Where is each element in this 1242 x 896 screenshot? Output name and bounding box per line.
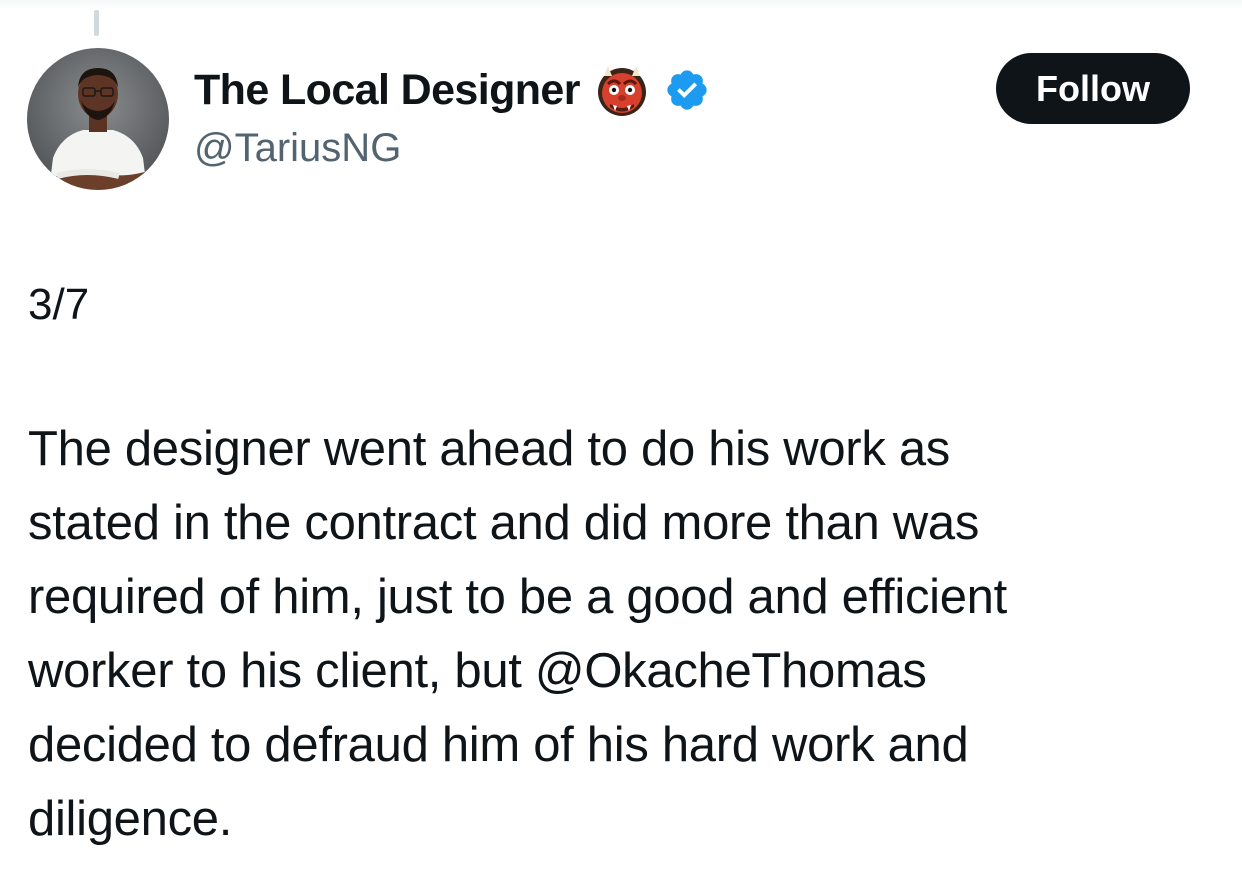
tweet-text-line: diligence. <box>28 792 233 846</box>
tweet-text-line: stated in the contract and did more than… <box>28 496 980 550</box>
tweet-text-line: required of him, just to be a good and e… <box>28 570 1007 624</box>
tweet-body: The designer went ahead to do his work a… <box>28 412 1208 856</box>
verified-badge-icon[interactable] <box>664 67 710 113</box>
author-avatar[interactable] <box>27 48 169 190</box>
author-display-name[interactable]: The Local Designer <box>194 66 580 115</box>
tweet-text-line: decided to defraud him of his hard work … <box>28 718 969 772</box>
ogre-emoji-icon <box>594 62 650 118</box>
thread-connector-line <box>94 10 99 36</box>
follow-button[interactable]: Follow <box>996 53 1190 124</box>
tweet-text-line: worker to his client, but @OkacheThomas <box>28 644 927 698</box>
author-name-row: The Local Designer <box>194 62 710 118</box>
previous-tweet-edge <box>0 0 1242 10</box>
thread-counter: 3/7 <box>28 280 90 329</box>
tweet-text-line: The designer went ahead to do his work a… <box>28 422 950 476</box>
author-handle[interactable]: @TariusNG <box>194 126 401 171</box>
